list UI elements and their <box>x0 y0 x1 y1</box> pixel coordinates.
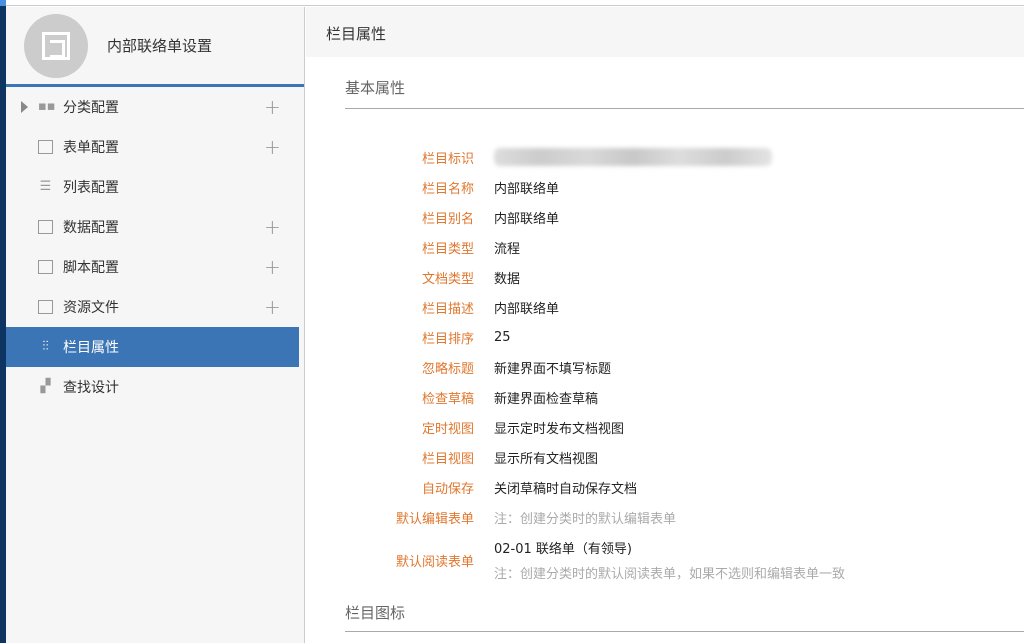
redacted-value <box>494 148 772 166</box>
prop-label: 默认编辑表单 <box>395 511 474 527</box>
sidebar-item-data-config[interactable]: 数据配置 + <box>6 207 304 247</box>
expand-arrow-icon[interactable] <box>21 101 28 113</box>
sidebar-item-label: 分类配置 <box>63 100 119 116</box>
prop-value: 关闭草稿时自动保存文档 <box>494 481 638 497</box>
prop-value: 新建界面不填写标题 <box>494 361 612 377</box>
sidebar-item-label: 数据配置 <box>63 220 119 236</box>
binoculars-icon: ▞ <box>40 379 51 394</box>
chart-icon <box>38 220 53 234</box>
prop-label: 忽略标题 <box>421 361 474 377</box>
properties-list: 栏目标识 栏目名称 内部联络单 栏目别名 内部联络单 栏目类型 流程 文档类型 数据 栏… <box>306 142 845 588</box>
add-icon[interactable]: + <box>264 95 281 119</box>
prop-value: 显示所有文档视图 <box>494 451 599 467</box>
prop-label: 栏目排序 <box>421 331 474 347</box>
prop-label: 检查草稿 <box>421 391 474 407</box>
prop-label: 栏目名称 <box>421 181 474 197</box>
sidebar-item-label: 资源文件 <box>63 300 119 316</box>
terminal-icon <box>38 300 53 314</box>
sidebar-item-category-config[interactable]: ▪▪ 分类配置 + <box>6 87 304 127</box>
page-title: 栏目属性 <box>306 7 1024 57</box>
sidebar-item-search-design[interactable]: ▞ 查找设计 <box>6 367 304 407</box>
sidebar-item-label: 栏目属性 <box>63 340 119 356</box>
sidebar-item-label: 脚本配置 <box>63 260 119 276</box>
prop-label: 栏目标识 <box>421 151 474 167</box>
prop-label: 栏目类型 <box>421 241 474 257</box>
prop-note: 注：创建分类时的默认编辑表单 <box>494 511 677 527</box>
sidebar-item-resource-files[interactable]: 资源文件 + <box>6 287 304 327</box>
prop-label: 栏目别名 <box>421 211 474 227</box>
sidebar-item-label: 表单配置 <box>63 140 119 156</box>
shapes-icon: ▪▪ <box>38 99 56 114</box>
prop-label: 自动保存 <box>421 481 474 497</box>
top-strip <box>6 0 1024 6</box>
prop-label: 定时视图 <box>421 421 474 437</box>
prop-value: 流程 <box>494 241 521 257</box>
prop-value: 显示定时发布文档视图 <box>494 421 625 437</box>
prop-label: 栏目描述 <box>421 301 474 317</box>
app-logo-icon <box>24 13 88 78</box>
add-icon[interactable]: + <box>264 215 281 239</box>
sidebar-item-label: 列表配置 <box>63 180 119 196</box>
prop-value: 25 <box>494 329 511 345</box>
prop-value: 数据 <box>494 271 521 287</box>
prop-label: 默认阅读表单 <box>395 554 474 570</box>
prop-value: 内部联络单 <box>494 301 560 317</box>
terminal-icon <box>38 260 53 274</box>
sidebar-item-list-config[interactable]: ☰ 列表配置 <box>6 167 304 207</box>
sidebar-item-script-config[interactable]: 脚本配置 + <box>6 247 304 287</box>
sidebar-item-label: 查找设计 <box>63 380 119 396</box>
prop-label: 文档类型 <box>421 271 474 287</box>
prop-note: 注：创建分类时的默认阅读表单，如果不选则和编辑表单一致 <box>494 567 846 582</box>
add-icon[interactable]: + <box>264 295 281 319</box>
prop-value: 内部联络单 <box>494 181 560 197</box>
add-icon[interactable]: + <box>264 255 281 279</box>
add-icon[interactable]: + <box>264 135 281 159</box>
sidebar-header: 内部联络单设置 <box>6 7 304 87</box>
prop-value: 新建界面检查草稿 <box>494 391 599 407</box>
form-icon <box>38 140 53 154</box>
list-icon: ☰ <box>39 179 52 194</box>
sidebar-title: 内部联络单设置 <box>107 37 213 55</box>
sidebar-item-form-config[interactable]: 表单配置 + <box>6 127 304 167</box>
sidebar: 内部联络单设置 ▪▪ 分类配置 + 表单配置 + ☰ 列表配置 数据配置 + 脚… <box>6 7 305 643</box>
sidebar-item-column-properties[interactable]: ⫶⫶ 栏目属性 <box>6 327 299 367</box>
prop-value: 02-01 联络单（有领导) <box>494 542 632 557</box>
main-panel: 栏目属性 基本属性 栏目标识 栏目名称 内部联络单 栏目别名 内部联络单 栏目类型流… <box>306 7 1024 643</box>
prop-label: 栏目视图 <box>421 451 474 467</box>
sliders-icon: ⫶⫶ <box>42 339 49 354</box>
section-column-icon: 栏目图标 <box>345 602 1024 632</box>
section-basic-properties: 基本属性 <box>345 57 1024 109</box>
prop-value: 内部联络单 <box>494 211 560 227</box>
